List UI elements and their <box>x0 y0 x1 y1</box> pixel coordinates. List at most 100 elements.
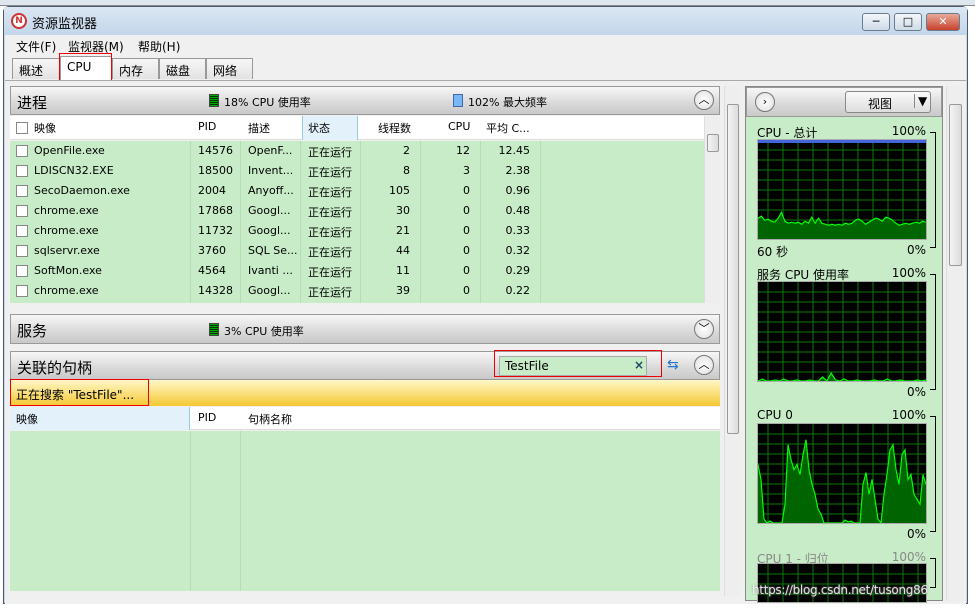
col-pid[interactable]: PID <box>198 411 216 424</box>
column-divider <box>240 141 241 303</box>
cell: 12 <box>456 144 470 157</box>
cell: 正在运行 <box>308 206 352 219</box>
collapse-up-icon[interactable]: ︿ <box>694 355 714 375</box>
highlight-box <box>10 379 149 406</box>
graphs-pane: › 视图 ▼ CPU - 总计 100% 0% 60 秒服务 CPU 使用率 100… <box>745 86 943 603</box>
table-row[interactable]: chrome.exe 17868 Googl... 正在运行 30 0 0.48 <box>10 201 704 221</box>
graph-min: 0% <box>906 527 926 541</box>
cell: 0.29 <box>505 264 531 277</box>
cell: 14328 <box>198 284 233 297</box>
table-row[interactable]: chrome.exe 11732 Googl... 正在运行 21 0 0.33 <box>10 221 704 241</box>
cell: OpenF... <box>248 144 293 157</box>
processes-header[interactable]: 进程 18% CPU 使用率 102% 最大频率 ︿ <box>10 86 720 115</box>
col-threads[interactable]: 线程数 <box>378 120 411 136</box>
col-pid[interactable]: PID <box>198 120 216 133</box>
graph-bracket <box>930 274 936 390</box>
tab-network[interactable]: 网络 <box>206 58 253 79</box>
content-area: 进程 18% CPU 使用率 102% 最大频率 ︿ 映像 PID 描述 状态 … <box>5 80 966 604</box>
dropdown-arrow-icon: ▼ <box>914 94 927 108</box>
graph-max: 100% <box>891 266 926 280</box>
services-title: 服务 <box>17 322 48 340</box>
table-row[interactable]: sqlservr.exe 3760 SQL Se... 正在运行 44 0 0.32 <box>10 241 704 261</box>
cell: 17868 <box>198 204 233 217</box>
cell: 30 <box>396 204 410 217</box>
processes-title: 进程 <box>17 94 48 112</box>
minimize-button[interactable]: ─ <box>862 13 890 31</box>
cell: 正在运行 <box>308 226 352 239</box>
cell: 21 <box>396 224 410 237</box>
close-button[interactable]: ✕ <box>926 13 960 31</box>
menu-file[interactable]: 文件(F) <box>16 38 56 55</box>
cell: Googl... <box>248 284 291 297</box>
services-header[interactable]: 服务 3% CPU 使用率 ﹀ <box>10 314 720 344</box>
tab-disk[interactable]: 磁盘 <box>159 58 206 79</box>
cell: 39 <box>396 284 410 297</box>
graph-max: 100% <box>891 124 926 138</box>
cell: LDISCN32.EXE <box>34 164 114 177</box>
col-handle-name[interactable]: 句柄名称 <box>248 411 292 427</box>
table-row[interactable]: chrome.exe 14328 Googl... 正在运行 39 0 0.22 <box>10 281 704 301</box>
cpu-usage-icon <box>209 323 219 336</box>
table-row[interactable]: SecoDaemon.exe 2004 Anyoff... 正在运行 105 0 0.96 <box>10 181 704 201</box>
app-icon: N <box>11 13 27 29</box>
cell: 18500 <box>198 164 233 177</box>
graph-label: CPU 0 <box>757 408 793 422</box>
view-button[interactable]: 视图 ▼ <box>845 91 931 113</box>
row-checkbox[interactable] <box>16 205 28 217</box>
graphs-header: › 视图 ▼ <box>746 87 942 117</box>
tab-overview[interactable]: 概述 <box>12 58 60 79</box>
refresh-search-icon[interactable]: ⇆ <box>667 357 679 373</box>
column-divider <box>420 141 421 303</box>
graph-time-span: 60 秒 <box>757 245 789 259</box>
col-image[interactable]: 映像 <box>34 120 56 136</box>
col-cpu[interactable]: CPU <box>448 120 470 133</box>
expand-right-icon[interactable]: › <box>755 92 775 112</box>
row-checkbox[interactable] <box>16 265 28 277</box>
cell: chrome.exe <box>34 224 99 237</box>
tab-memory[interactable]: 内存 <box>112 58 159 79</box>
cell: SecoDaemon.exe <box>34 184 130 197</box>
table-row[interactable]: LDISCN32.EXE 18500 Invent... 正在运行 8 3 2.38 <box>10 161 704 181</box>
table-row[interactable]: SoftMon.exe 4564 Ivanti ... 正在运行 11 0 0.29 <box>10 261 704 281</box>
handles-header[interactable]: 关联的句柄 TestFile × ⇆ ︿ <box>10 350 720 380</box>
left-pane-scrollbar[interactable] <box>724 86 740 596</box>
row-checkbox[interactable] <box>16 245 28 257</box>
right-pane-scrollbar[interactable] <box>946 86 963 601</box>
col-image[interactable]: 映像 <box>16 411 38 427</box>
col-status[interactable]: 状态 <box>308 120 330 136</box>
cell: 0.96 <box>505 184 531 197</box>
max-frequency-icon <box>453 94 463 107</box>
cell: 11 <box>396 264 410 277</box>
graph-max: 100% <box>891 550 926 564</box>
title-bar: N 资源监视器 ─ □ ✕ <box>4 7 967 35</box>
row-checkbox[interactable] <box>16 165 28 177</box>
cell: chrome.exe <box>34 284 99 297</box>
scrollbar-thumb[interactable] <box>727 104 739 434</box>
scrollbar-thumb[interactable] <box>707 134 719 152</box>
row-checkbox[interactable] <box>16 145 28 157</box>
expand-down-icon[interactable]: ﹀ <box>694 319 714 339</box>
processes-scrollbar[interactable] <box>704 116 720 303</box>
cell: 正在运行 <box>308 186 352 199</box>
cell: Googl... <box>248 204 291 217</box>
col-description[interactable]: 描述 <box>248 120 270 136</box>
col-avg-cpu[interactable]: 平均 C... <box>486 120 530 136</box>
select-all-checkbox[interactable] <box>16 122 28 134</box>
graph-bracket <box>930 132 936 248</box>
table-row[interactable]: OpenFile.exe 14576 OpenF... 正在运行 2 12 12.45 <box>10 141 704 161</box>
cell: 0.22 <box>505 284 531 297</box>
cell: Anyoff... <box>248 184 294 197</box>
services-cpu-usage: 3% CPU 使用率 <box>224 325 304 338</box>
row-checkbox[interactable] <box>16 285 28 297</box>
scrollbar-thumb[interactable] <box>949 104 962 266</box>
row-checkbox[interactable] <box>16 185 28 197</box>
processes-list: OpenFile.exe 14576 OpenF... 正在运行 2 12 12.45 LDI… <box>10 141 704 303</box>
cell: 2.38 <box>505 164 531 177</box>
cell: 2 <box>403 144 410 157</box>
collapse-up-icon[interactable]: ︿ <box>694 90 714 110</box>
maximize-button[interactable]: □ <box>894 13 922 31</box>
cell: 正在运行 <box>308 266 352 279</box>
row-checkbox[interactable] <box>16 225 28 237</box>
menu-help[interactable]: 帮助(H) <box>138 38 180 55</box>
cell: 12.45 <box>498 144 531 157</box>
